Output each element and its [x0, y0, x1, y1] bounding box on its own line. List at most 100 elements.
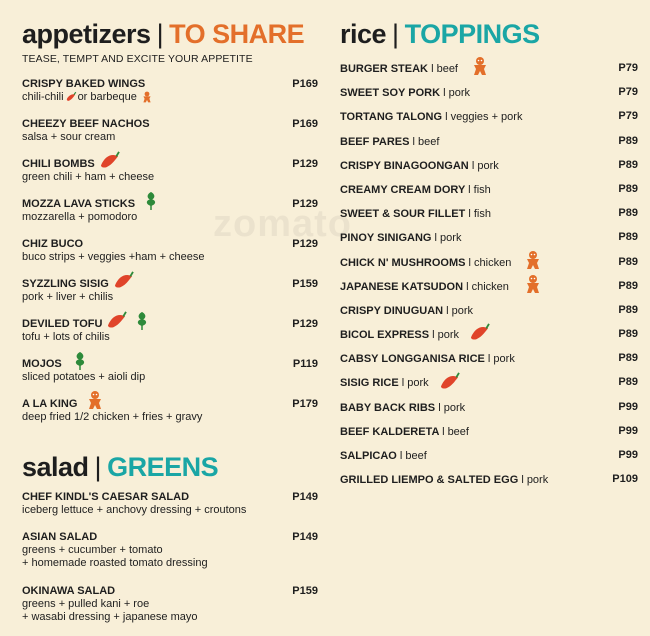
item-name: ASIAN SALAD: [22, 531, 98, 543]
item-price: P119: [292, 358, 318, 370]
item-name: GRILLED LIEMPO & SALTED EGG: [340, 474, 519, 487]
appetizers-title-accent: TO SHARE: [169, 19, 305, 49]
item-price: P99: [618, 424, 638, 437]
item-category: l pork: [471, 159, 499, 172]
menu-item: MOJOS sliced potatoes + aioli dip P119: [22, 352, 318, 398]
item-name: TORTANG TALONG: [340, 111, 443, 124]
item-price: P89: [618, 158, 638, 171]
appetizers-tagline: TEASE, TEMPT AND EXCITE YOUR APPETITE: [22, 53, 253, 65]
item-desc: salsa + sour cream: [22, 131, 116, 143]
item-name: CREAMY CREAM DORY: [340, 183, 466, 196]
item-name-row: SALPICAO l beef: [340, 449, 638, 463]
item-price: P89: [618, 207, 638, 220]
item-desc: green chili + ham + cheese: [22, 171, 155, 183]
menu-item: SISIG RICE l pork P89: [340, 371, 638, 400]
item-price: P89: [618, 376, 638, 389]
item-name-row: JAPANESE KATSUDON l chicken: [340, 274, 638, 294]
item-name: SWEET & SOUR FILLET: [340, 208, 466, 221]
menu-item: SALPICAO l beef P99: [340, 449, 638, 473]
item-name: CABSY LONGGANISA RICE: [340, 353, 485, 366]
item-price: P109: [612, 473, 638, 486]
menu-item: CHILI BOMBS green chili + ham + cheese P…: [22, 151, 318, 198]
salad-list: CHEF KINDL'S CAESAR SALAD iceberg lettuc…: [22, 491, 318, 625]
item-category: l pork: [487, 353, 515, 366]
item-name: MOZZA LAVA STICKS: [22, 198, 136, 210]
item-price: P169: [292, 78, 318, 90]
item-category: l beef: [431, 63, 458, 75]
item-desc: deep fried 1/2 chicken + fries + gravy: [22, 411, 203, 423]
chicken-icon: [527, 250, 540, 269]
item-name-row: SISIG RICE l pork: [340, 371, 638, 390]
item-category: l pork: [434, 232, 462, 245]
item-desc-line2: + homemade roasted tomato dressing: [22, 557, 208, 569]
chili-icon: [114, 271, 134, 288]
item-desc: pork + liver + chilis: [22, 291, 114, 303]
item-price: P79: [618, 62, 638, 74]
item-name: SYZZLING SISIG: [22, 278, 109, 290]
item-name-row: SWEET & SOUR FILLET l fish: [340, 207, 638, 221]
title-separator: |: [156, 19, 164, 49]
item-price: P99: [618, 449, 638, 461]
item-name: OKINAWA SALAD: [22, 585, 116, 597]
appetizers-title: appetizers | TO SHARE: [22, 19, 318, 49]
item-price: P99: [618, 400, 638, 413]
rice-list: BURGER STEAK l beef P79 SWEET SOY PORK l…: [340, 57, 638, 497]
item-price: P79: [618, 86, 638, 99]
item-name: SALPICAO: [340, 450, 397, 462]
item-desc-a: chili-chili: [22, 91, 64, 103]
item-price: P89: [618, 279, 638, 292]
item-desc: tofu + lots of chilis: [22, 331, 110, 343]
item-name-row: CABSY LONGGANISA RICE l pork: [340, 352, 638, 366]
item-price: P149: [292, 491, 318, 503]
salad-title-accent: GREENS: [107, 452, 219, 482]
veggie-leaf-icon: [146, 192, 156, 211]
item-price: P89: [618, 134, 638, 147]
veggie-leaf-icon: [75, 352, 84, 371]
menu-item: GRILLED LIEMPO & SALTED EGG l pork P109: [340, 473, 638, 497]
item-name: CHEEZY BEEF NACHOS: [22, 118, 150, 130]
title-separator: |: [392, 19, 399, 49]
item-desc: greens + pulled kani + roe: [22, 598, 150, 610]
item-name-row: GRILLED LIEMPO & SALTED EGG l pork: [340, 473, 638, 487]
title-separator: |: [94, 452, 102, 482]
item-name-row: BEEF KALDERETA l beef: [340, 425, 638, 439]
item-name: CHEF KINDL'S CAESAR SALAD: [22, 491, 190, 503]
item-name-row: PINOY SINIGANG l pork: [340, 231, 638, 245]
appetizers-list: CRISPY BAKED WINGS chili-chili or barbequ…: [22, 78, 318, 438]
chili-icon: [100, 151, 120, 168]
rice-title: rice | TOPPINGS: [340, 19, 638, 49]
item-price: P79: [618, 110, 638, 123]
item-desc: mozzarella + pomodoro: [22, 211, 138, 223]
menu-item: CREAMY CREAM DORY l fish P89: [340, 183, 638, 207]
chicken-icon: [89, 391, 102, 410]
item-name: A LA KING: [22, 398, 78, 410]
item-name-row: CHILI BOMBS: [22, 151, 318, 171]
item-name: SISIG RICE: [340, 377, 399, 390]
item-price: P89: [618, 352, 638, 365]
chili-icon: [66, 91, 76, 101]
item-desc: sliced potatoes + aioli dip: [22, 371, 146, 383]
item-desc: iceberg lettuce + anchovy dressing + cro…: [22, 504, 247, 516]
item-desc: buco strips + veggies +ham + cheese: [22, 251, 205, 263]
item-category: l chicken: [468, 256, 512, 269]
menu-item: BEEF PARES l beef P89: [340, 135, 638, 159]
item-name: CRISPY DINUGUAN: [340, 304, 444, 317]
menu-item: BICOL EXPRESS l pork P89: [340, 323, 638, 352]
item-price: P89: [618, 231, 638, 244]
item-category: l pork: [438, 401, 466, 414]
item-price: P179: [292, 398, 318, 410]
item-name-row: CRISPY DINUGUAN l pork: [340, 304, 638, 318]
veggie-leaf-icon: [138, 312, 147, 331]
item-name: SWEET SOY PORK: [340, 87, 441, 100]
item-category: l pork: [432, 329, 460, 342]
chicken-icon: [143, 91, 151, 103]
chicken-icon: [474, 57, 486, 76]
chicken-icon: [526, 274, 539, 293]
rice-title-accent: TOPPINGS: [404, 19, 541, 49]
item-price: P89: [618, 328, 638, 341]
item-name-row: BABY BACK RIBS l pork: [340, 401, 638, 415]
item-price: P149: [292, 531, 318, 543]
item-name: CRISPY BAKED WINGS: [22, 78, 146, 90]
menu-item: ASIAN SALAD greens + cucumber + tomato +…: [22, 531, 318, 585]
menu-item: TORTANG TALONG l veggies + pork P79: [340, 110, 638, 134]
